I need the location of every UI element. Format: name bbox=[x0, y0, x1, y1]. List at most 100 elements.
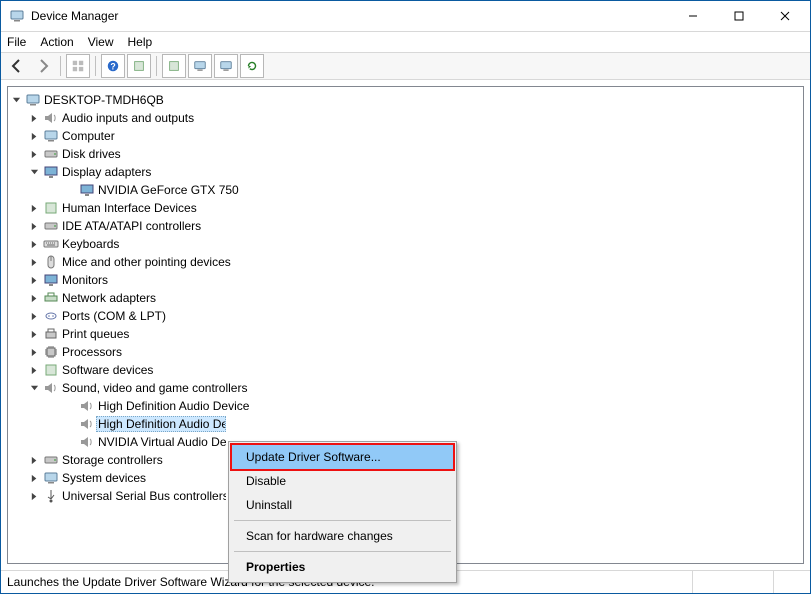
menubar: File Action View Help bbox=[1, 32, 810, 52]
ctx-update-driver[interactable]: Update Driver Software... bbox=[232, 445, 453, 469]
tree-node[interactable]: Mice and other pointing devices bbox=[8, 253, 803, 271]
expand-icon[interactable] bbox=[26, 132, 42, 141]
collapse-icon[interactable] bbox=[26, 384, 42, 393]
disable-button[interactable] bbox=[214, 54, 238, 78]
tree-node-label: Computer bbox=[60, 129, 117, 143]
menu-view[interactable]: View bbox=[88, 35, 114, 49]
maximize-button[interactable] bbox=[716, 1, 762, 31]
network-icon bbox=[42, 290, 60, 306]
disk-icon bbox=[42, 146, 60, 162]
system-icon bbox=[42, 470, 60, 486]
expand-icon[interactable] bbox=[26, 276, 42, 285]
tree-node-label: Processors bbox=[60, 345, 124, 359]
tree-node[interactable]: Keyboards bbox=[8, 235, 803, 253]
tree-node[interactable]: NVIDIA GeForce GTX 750 bbox=[8, 181, 803, 199]
tree-node[interactable]: Monitors bbox=[8, 271, 803, 289]
storage-icon bbox=[42, 452, 60, 468]
monitor-icon bbox=[42, 272, 60, 288]
tree-node[interactable]: Print queues bbox=[8, 325, 803, 343]
tree-node-label: Universal Serial Bus controllers bbox=[60, 489, 226, 503]
scan-hardware-button[interactable] bbox=[240, 54, 264, 78]
tree-node[interactable]: Processors bbox=[8, 343, 803, 361]
tree-node-label: Ports (COM & LPT) bbox=[60, 309, 168, 323]
expand-icon[interactable] bbox=[26, 150, 42, 159]
tree-node[interactable]: High Definition Audio Device bbox=[8, 397, 803, 415]
minimize-button[interactable] bbox=[670, 1, 716, 31]
tree-node[interactable]: Computer bbox=[8, 127, 803, 145]
ports-icon bbox=[42, 308, 60, 324]
collapse-icon[interactable] bbox=[8, 96, 24, 105]
collapse-icon[interactable] bbox=[26, 168, 42, 177]
speaker-icon bbox=[78, 398, 96, 414]
uninstall-button[interactable] bbox=[188, 54, 212, 78]
update-driver-button[interactable] bbox=[162, 54, 186, 78]
tree-node[interactable]: Software devices bbox=[8, 361, 803, 379]
tree-node-label: Network adapters bbox=[60, 291, 158, 305]
ctx-properties[interactable]: Properties bbox=[232, 555, 453, 579]
expand-icon[interactable] bbox=[26, 474, 42, 483]
device-manager-window: Device Manager File Action View Help DES… bbox=[0, 0, 811, 594]
ide-icon bbox=[42, 218, 60, 234]
tree-node[interactable]: Audio inputs and outputs bbox=[8, 109, 803, 127]
display-icon bbox=[78, 182, 96, 198]
ctx-scan-hardware[interactable]: Scan for hardware changes bbox=[232, 524, 453, 548]
tree-node-label: IDE ATA/ATAPI controllers bbox=[60, 219, 203, 233]
ctx-uninstall[interactable]: Uninstall bbox=[232, 493, 453, 517]
tree-node[interactable]: Sound, video and game controllers bbox=[8, 379, 803, 397]
expand-icon[interactable] bbox=[26, 330, 42, 339]
cpu-icon bbox=[42, 344, 60, 360]
menu-help[interactable]: Help bbox=[128, 35, 153, 49]
expand-icon[interactable] bbox=[26, 204, 42, 213]
tree-node-label: DESKTOP-TMDH6QB bbox=[42, 93, 166, 107]
tree-node-label: Audio inputs and outputs bbox=[60, 111, 196, 125]
tree-node[interactable]: High Definition Audio Device bbox=[8, 415, 803, 433]
usb-icon bbox=[42, 488, 60, 504]
tree-node[interactable]: Display adapters bbox=[8, 163, 803, 181]
titlebar[interactable]: Device Manager bbox=[1, 1, 810, 32]
help-button[interactable] bbox=[101, 54, 125, 78]
computer-icon bbox=[24, 92, 42, 108]
tree-node-label: Print queues bbox=[60, 327, 131, 341]
expand-icon[interactable] bbox=[26, 312, 42, 321]
tree-node-label: Mice and other pointing devices bbox=[60, 255, 233, 269]
ctx-disable[interactable]: Disable bbox=[232, 469, 453, 493]
tree-node[interactable]: Human Interface Devices bbox=[8, 199, 803, 217]
menu-action[interactable]: Action bbox=[40, 35, 73, 49]
expand-icon[interactable] bbox=[26, 456, 42, 465]
close-button[interactable] bbox=[762, 1, 808, 31]
tree-node-label: Software devices bbox=[60, 363, 155, 377]
expand-icon[interactable] bbox=[26, 492, 42, 501]
expand-icon[interactable] bbox=[26, 240, 42, 249]
tree-node-label: NVIDIA Virtual Audio Device bbox=[96, 435, 226, 449]
display-icon bbox=[42, 164, 60, 180]
tree-node[interactable]: Disk drives bbox=[8, 145, 803, 163]
expand-icon[interactable] bbox=[26, 294, 42, 303]
tree-node-label: NVIDIA GeForce GTX 750 bbox=[96, 183, 241, 197]
tree-node[interactable]: IDE ATA/ATAPI controllers bbox=[8, 217, 803, 235]
tree-node-label: Keyboards bbox=[60, 237, 121, 251]
tree-node-label: Sound, video and game controllers bbox=[60, 381, 249, 395]
tree-node-label: Monitors bbox=[60, 273, 110, 287]
expand-icon[interactable] bbox=[26, 114, 42, 123]
speaker-icon bbox=[42, 110, 60, 126]
expand-icon[interactable] bbox=[26, 258, 42, 267]
expand-icon[interactable] bbox=[26, 348, 42, 357]
menu-file[interactable]: File bbox=[7, 35, 26, 49]
tree-node-label: Storage controllers bbox=[60, 453, 165, 467]
forward-button[interactable] bbox=[31, 54, 55, 78]
tree-node[interactable]: Ports (COM & LPT) bbox=[8, 307, 803, 325]
speaker-icon bbox=[78, 416, 96, 432]
show-hide-tree-button[interactable] bbox=[66, 54, 90, 78]
window-title: Device Manager bbox=[31, 9, 670, 23]
back-button[interactable] bbox=[5, 54, 29, 78]
expand-icon[interactable] bbox=[26, 222, 42, 231]
tree-root[interactable]: DESKTOP-TMDH6QB bbox=[8, 91, 803, 109]
context-menu: Update Driver Software... Disable Uninst… bbox=[228, 441, 457, 583]
computer-icon bbox=[42, 128, 60, 144]
tree-node-label: High Definition Audio Device bbox=[96, 399, 251, 413]
tree-node[interactable]: Network adapters bbox=[8, 289, 803, 307]
properties-button[interactable] bbox=[127, 54, 151, 78]
tree-node-label: System devices bbox=[60, 471, 148, 485]
expand-icon[interactable] bbox=[26, 366, 42, 375]
printer-icon bbox=[42, 326, 60, 342]
